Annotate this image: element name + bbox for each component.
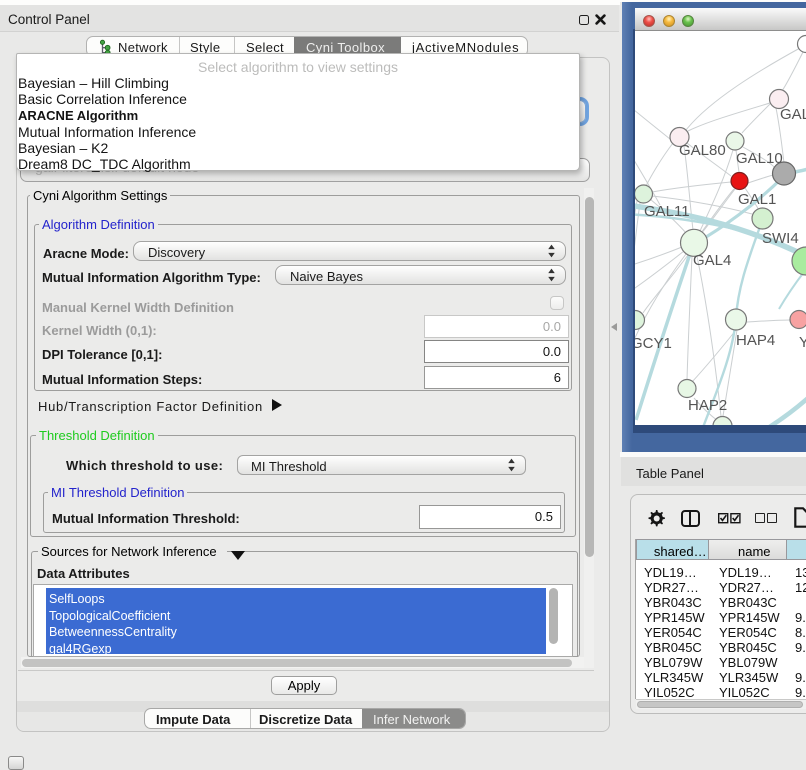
svg-text:SWI4: SWI4 bbox=[762, 230, 799, 247]
svg-text:GAL10: GAL10 bbox=[736, 150, 783, 167]
svg-text:GCY1: GCY1 bbox=[635, 335, 672, 352]
svg-text:GAL2: GAL2 bbox=[780, 106, 806, 123]
svg-text:GAL4: GAL4 bbox=[693, 252, 731, 269]
svg-text:HAP4: HAP4 bbox=[736, 332, 775, 349]
svg-text:GAL1: GAL1 bbox=[738, 191, 776, 208]
svg-text:GAL11: GAL11 bbox=[644, 203, 690, 220]
svg-text:GAL80: GAL80 bbox=[679, 142, 726, 159]
svg-text:YM: YM bbox=[799, 334, 806, 351]
svg-text:HAP2: HAP2 bbox=[688, 397, 727, 414]
